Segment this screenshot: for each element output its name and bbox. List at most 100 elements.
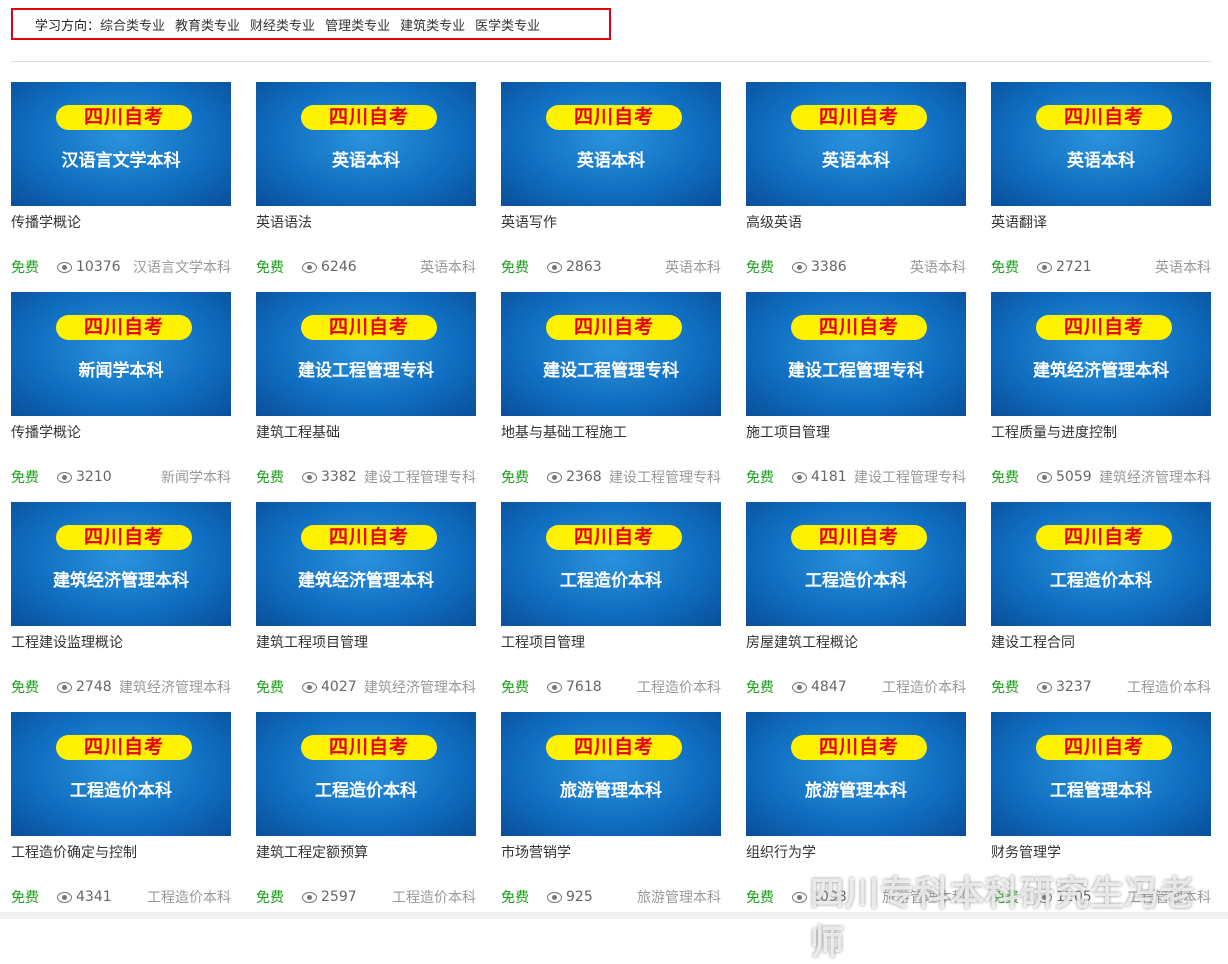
thumbnail-major: 英语本科 bbox=[332, 151, 400, 171]
course-thumbnail[interactable]: 四川自考 工程造价本科 bbox=[991, 502, 1211, 626]
filter-option-education[interactable]: 教育类专业 bbox=[175, 15, 240, 34]
course-thumbnail[interactable]: 四川自考 工程造价本科 bbox=[11, 712, 231, 836]
course-category: 汉语言文学本科 bbox=[133, 260, 231, 276]
course-title[interactable]: 传播学概论 bbox=[11, 422, 81, 442]
course-thumbnail[interactable]: 四川自考 汉语言文学本科 bbox=[11, 82, 231, 206]
course-title[interactable]: 英语翻译 bbox=[991, 212, 1047, 232]
thumbnail-major: 工程管理本科 bbox=[1050, 781, 1152, 801]
course-thumbnail[interactable]: 四川自考 英语本科 bbox=[746, 82, 966, 206]
course-thumbnail[interactable]: 四川自考 工程造价本科 bbox=[501, 502, 721, 626]
course-title[interactable]: 建设工程合同 bbox=[991, 632, 1075, 652]
course-card[interactable]: 四川自考 英语本科 英语语法 免费 6246 英语本科 bbox=[256, 82, 476, 292]
course-thumbnail[interactable]: 四川自考 工程造价本科 bbox=[746, 502, 966, 626]
course-thumbnail[interactable]: 四川自考 旅游管理本科 bbox=[501, 712, 721, 836]
view-count: 3382 bbox=[321, 469, 357, 485]
eye-icon bbox=[792, 891, 807, 903]
course-card[interactable]: 四川自考 建筑经济管理本科 建筑工程项目管理 免费 4027 建筑经济管理本科 bbox=[256, 502, 476, 712]
view-count: 4341 bbox=[76, 889, 112, 905]
course-title[interactable]: 工程建设监理概论 bbox=[11, 632, 123, 652]
course-card[interactable]: 四川自考 工程造价本科 建设工程合同 免费 3237 工程造价本科 bbox=[991, 502, 1211, 712]
course-thumbnail[interactable]: 四川自考 建筑经济管理本科 bbox=[991, 292, 1211, 416]
course-card[interactable]: 四川自考 建设工程管理专科 建筑工程基础 免费 3382 建设工程管理专科 bbox=[256, 292, 476, 502]
course-card[interactable]: 四川自考 建筑经济管理本科 工程质量与进度控制 免费 5059 建筑经济管理本科 bbox=[991, 292, 1211, 502]
eye-icon bbox=[57, 471, 72, 483]
eye-icon bbox=[57, 891, 72, 903]
free-label: 免费 bbox=[256, 470, 284, 486]
course-card[interactable]: 四川自考 新闻学本科 传播学概论 免费 3210 新闻学本科 bbox=[11, 292, 231, 502]
course-title[interactable]: 财务管理学 bbox=[991, 842, 1061, 862]
course-card[interactable]: 四川自考 工程造价本科 工程项目管理 免费 7618 工程造价本科 bbox=[501, 502, 721, 712]
view-count: 925 bbox=[566, 889, 593, 905]
course-title[interactable]: 建筑工程基础 bbox=[256, 422, 340, 442]
course-title[interactable]: 工程项目管理 bbox=[501, 632, 585, 652]
filter-label: 学习方向： bbox=[35, 18, 101, 34]
filter-option-management[interactable]: 管理类专业 bbox=[325, 15, 390, 34]
course-thumbnail[interactable]: 四川自考 英语本科 bbox=[991, 82, 1211, 206]
course-title[interactable]: 工程质量与进度控制 bbox=[991, 422, 1117, 442]
course-card[interactable]: 四川自考 工程造价本科 建筑工程定额预算 免费 2597 工程造价本科 bbox=[256, 712, 476, 922]
sichuan-exam-badge: 四川自考 bbox=[1036, 105, 1172, 130]
course-card[interactable]: 四川自考 英语本科 高级英语 免费 3386 英语本科 bbox=[746, 82, 966, 292]
course-card[interactable]: 四川自考 工程造价本科 工程造价确定与控制 免费 4341 工程造价本科 bbox=[11, 712, 231, 922]
course-thumbnail[interactable]: 四川自考 建筑经济管理本科 bbox=[256, 502, 476, 626]
course-title[interactable]: 组织行为学 bbox=[746, 842, 816, 862]
course-card[interactable]: 四川自考 旅游管理本科 市场营销学 免费 925 旅游管理本科 bbox=[501, 712, 721, 922]
course-thumbnail[interactable]: 四川自考 新闻学本科 bbox=[11, 292, 231, 416]
course-category: 英语本科 bbox=[420, 260, 476, 276]
filter-option-finance[interactable]: 财经类专业 bbox=[250, 15, 315, 34]
view-count: 2748 bbox=[76, 679, 112, 695]
course-card[interactable]: 四川自考 建筑经济管理本科 工程建设监理概论 免费 2748 建筑经济管理本科 bbox=[11, 502, 231, 712]
course-card[interactable]: 四川自考 英语本科 英语写作 免费 2863 英语本科 bbox=[501, 82, 721, 292]
course-card[interactable]: 四川自考 工程造价本科 房屋建筑工程概论 免费 4847 工程造价本科 bbox=[746, 502, 966, 712]
course-title[interactable]: 高级英语 bbox=[746, 212, 802, 232]
course-meta: 免费 4341 工程造价本科 bbox=[11, 887, 231, 907]
eye-icon bbox=[1037, 261, 1052, 273]
course-category: 英语本科 bbox=[1155, 260, 1211, 276]
course-thumbnail[interactable]: 四川自考 英语本科 bbox=[256, 82, 476, 206]
course-title[interactable]: 建筑工程定额预算 bbox=[256, 842, 368, 862]
course-title[interactable]: 市场营销学 bbox=[501, 842, 571, 862]
course-thumbnail[interactable]: 四川自考 英语本科 bbox=[501, 82, 721, 206]
course-card[interactable]: 四川自考 英语本科 英语翻译 免费 2721 英语本科 bbox=[991, 82, 1211, 292]
course-title[interactable]: 传播学概论 bbox=[11, 212, 81, 232]
course-category: 工程造价本科 bbox=[1127, 680, 1211, 696]
free-label: 免费 bbox=[256, 680, 284, 696]
divider bbox=[11, 61, 1211, 62]
course-thumbnail[interactable]: 四川自考 旅游管理本科 bbox=[746, 712, 966, 836]
sichuan-exam-badge: 四川自考 bbox=[546, 105, 682, 130]
free-label: 免费 bbox=[746, 890, 774, 906]
free-label: 免费 bbox=[11, 680, 39, 696]
free-label: 免费 bbox=[991, 680, 1019, 696]
course-category: 建筑经济管理本科 bbox=[119, 680, 231, 696]
course-title[interactable]: 工程造价确定与控制 bbox=[11, 842, 137, 862]
thumbnail-major: 建设工程管理专科 bbox=[298, 361, 434, 381]
course-card[interactable]: 四川自考 汉语言文学本科 传播学概论 免费 10376 汉语言文学本科 bbox=[11, 82, 231, 292]
filter-option-architecture[interactable]: 建筑类专业 bbox=[400, 15, 465, 34]
free-label: 免费 bbox=[256, 260, 284, 276]
course-title[interactable]: 英语语法 bbox=[256, 212, 312, 232]
course-title[interactable]: 房屋建筑工程概论 bbox=[746, 632, 858, 652]
course-thumbnail[interactable]: 四川自考 建设工程管理专科 bbox=[746, 292, 966, 416]
filter-option-comprehensive[interactable]: 综合类专业 bbox=[100, 15, 165, 34]
sichuan-exam-badge: 四川自考 bbox=[546, 525, 682, 550]
course-title[interactable]: 地基与基础工程施工 bbox=[501, 422, 627, 442]
course-thumbnail[interactable]: 四川自考 工程管理本科 bbox=[991, 712, 1211, 836]
course-thumbnail[interactable]: 四川自考 建设工程管理专科 bbox=[501, 292, 721, 416]
course-category: 建筑经济管理本科 bbox=[364, 680, 476, 696]
course-thumbnail[interactable]: 四川自考 工程造价本科 bbox=[256, 712, 476, 836]
course-card[interactable]: 四川自考 建设工程管理专科 施工项目管理 免费 4181 建设工程管理专科 bbox=[746, 292, 966, 502]
filter-option-medical[interactable]: 医学类专业 bbox=[475, 15, 540, 34]
eye-icon bbox=[302, 261, 317, 273]
course-card[interactable]: 四川自考 建设工程管理专科 地基与基础工程施工 免费 2368 建设工程管理专科 bbox=[501, 292, 721, 502]
course-thumbnail[interactable]: 四川自考 建设工程管理专科 bbox=[256, 292, 476, 416]
course-title[interactable]: 建筑工程项目管理 bbox=[256, 632, 368, 652]
course-category: 工程造价本科 bbox=[147, 890, 231, 906]
thumbnail-major: 工程造价本科 bbox=[315, 781, 417, 801]
course-thumbnail[interactable]: 四川自考 建筑经济管理本科 bbox=[11, 502, 231, 626]
course-title[interactable]: 施工项目管理 bbox=[746, 422, 830, 442]
course-title[interactable]: 英语写作 bbox=[501, 212, 557, 232]
eye-icon bbox=[792, 261, 807, 273]
view-count: 2597 bbox=[321, 889, 357, 905]
free-label: 免费 bbox=[991, 260, 1019, 276]
course-meta: 免费 3382 建设工程管理专科 bbox=[256, 467, 476, 487]
